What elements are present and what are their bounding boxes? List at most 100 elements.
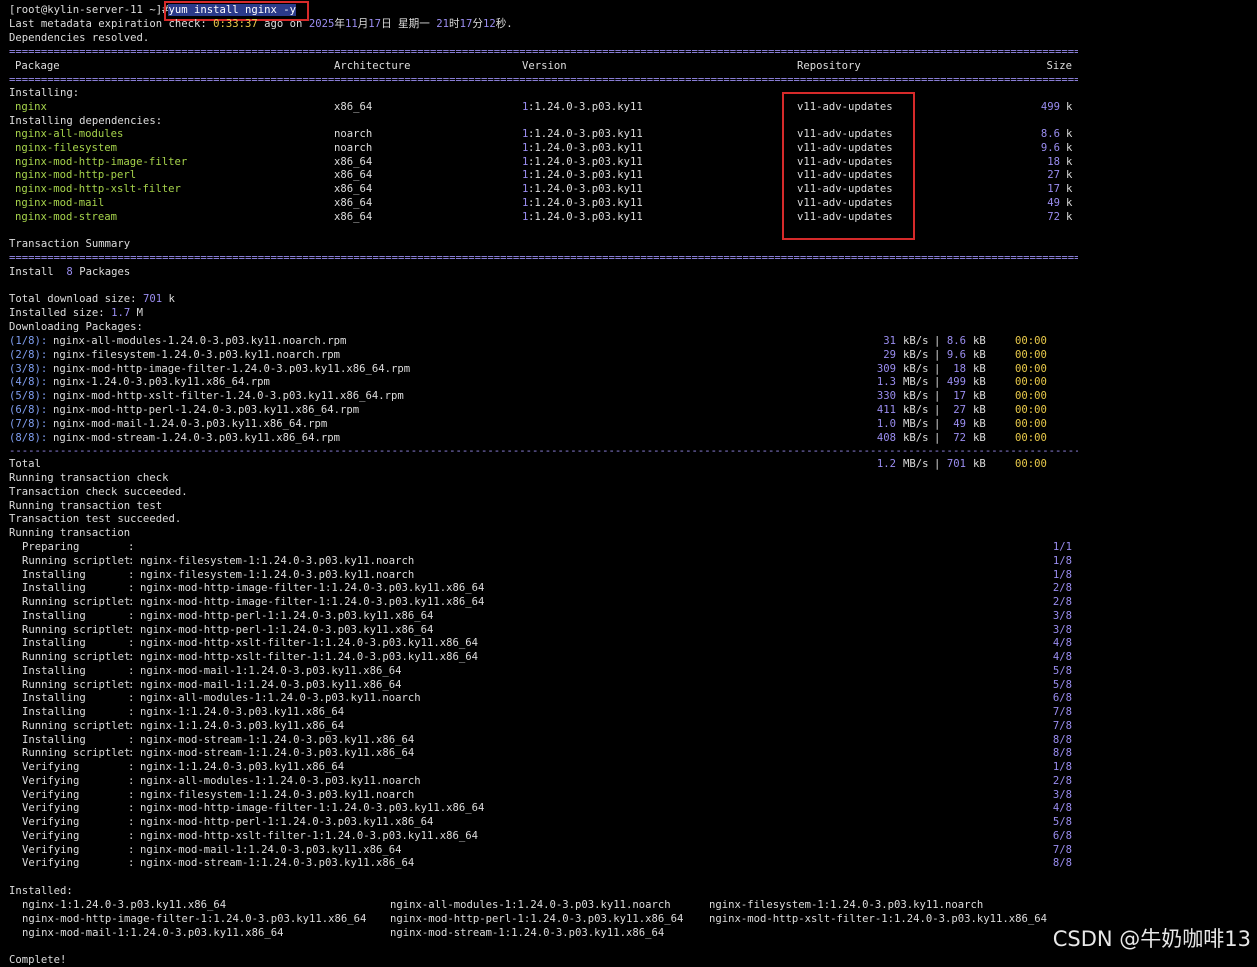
- step-progress: 1/8: [1052, 554, 1072, 567]
- download-size: 8.6: [946, 335, 966, 347]
- package-size-unit: k: [1066, 169, 1073, 182]
- download-speed: 1.0: [876, 417, 896, 430]
- colon: :: [128, 816, 135, 828]
- download-index: (7/8):: [9, 417, 48, 430]
- package-size-unit: k: [1066, 210, 1073, 223]
- colon: :: [128, 692, 135, 705]
- download-speed-unit: MB/s: [903, 376, 929, 389]
- total-time: 00:00: [1015, 458, 1047, 470]
- download-size-unit: kB: [973, 404, 986, 416]
- download-speed-unit: kB/s: [903, 348, 929, 361]
- step-progress: 2/8: [1052, 582, 1072, 595]
- step-progress: 3/8: [1052, 623, 1072, 636]
- step-action: Installing: [22, 568, 86, 581]
- package-size-unit: k: [1066, 183, 1073, 196]
- separator-line: ========================================…: [9, 46, 1078, 58]
- separator-line: ========================================…: [9, 252, 1078, 264]
- installed-package: nginx-all-modules-1:1.24.0-3.p03.ky11.no…: [390, 899, 671, 911]
- package-arch: noarch: [334, 141, 373, 154]
- total-size: 701: [946, 458, 966, 470]
- total-download-line: Total download size: 701 k: [9, 293, 175, 305]
- step-action: Running scriptlet: [22, 719, 131, 732]
- download-speed: 408: [876, 431, 896, 444]
- step-action: Verifying: [22, 843, 80, 856]
- dash-separator: ----------------------------------------…: [9, 445, 1078, 457]
- package-version: :1.24.0-3.p03.ky11: [528, 169, 643, 182]
- download-file: nginx-mod-http-image-filter-1.24.0-3.p03…: [53, 362, 411, 375]
- total-speed: 1.2: [876, 458, 896, 470]
- download-speed: 330: [876, 390, 896, 403]
- total-speed-unit: MB/s: [903, 458, 929, 470]
- header-arch: Architecture: [334, 60, 411, 72]
- step-action: Verifying: [22, 788, 80, 801]
- colon: :: [128, 719, 135, 732]
- download-size: 27: [953, 404, 966, 416]
- step-package: nginx-mod-http-image-filter-1:1.24.0-3.p…: [140, 582, 485, 595]
- step-action: Installing: [22, 706, 86, 718]
- download-speed-unit: kB/s: [903, 390, 929, 403]
- package-version: :1.24.0-3.p03.ky11: [528, 141, 643, 154]
- installing-label: Installing:: [9, 87, 80, 99]
- package-name: nginx-mod-http-perl: [15, 169, 137, 182]
- download-size: 499: [946, 376, 966, 389]
- step-action: Running scriptlet: [22, 554, 131, 567]
- repo-highlight-box: [782, 92, 915, 240]
- package-version: :1.24.0-3.p03.ky11: [528, 197, 643, 209]
- colon: :: [128, 774, 135, 787]
- package-size: 9.6: [1040, 141, 1060, 154]
- step-package: nginx-all-modules-1:1.24.0-3.p03.ky11.no…: [140, 774, 421, 787]
- package-size: 49: [1047, 197, 1060, 209]
- download-size-unit: kB: [973, 376, 986, 389]
- download-time: 00:00: [1015, 348, 1047, 361]
- status-line: Running transaction test: [9, 499, 163, 512]
- step-progress: 6/8: [1052, 692, 1072, 705]
- step-action: Verifying: [22, 774, 80, 787]
- step-action: Installing: [22, 609, 86, 622]
- download-file: nginx-mod-stream-1.24.0-3.p03.ky11.x86_6…: [53, 431, 341, 444]
- download-time: 00:00: [1015, 335, 1047, 347]
- download-size: 17: [953, 390, 966, 403]
- package-arch: x86_64: [334, 183, 373, 196]
- download-speed-unit: kB/s: [903, 404, 929, 416]
- colon: :: [128, 829, 135, 842]
- step-package: nginx-filesystem-1:1.24.0-3.p03.ky11.noa…: [140, 568, 415, 581]
- installed-package: nginx-mod-stream-1:1.24.0-3.p03.ky11.x86…: [390, 926, 665, 939]
- colon: :: [128, 706, 135, 718]
- package-arch: noarch: [334, 128, 373, 140]
- step-progress: 1/8: [1052, 568, 1072, 581]
- download-index: (8/8):: [9, 431, 48, 444]
- installed-package: nginx-mod-http-image-filter-1:1.24.0-3.p…: [22, 912, 367, 925]
- step-package: nginx-1:1.24.0-3.p03.ky11.x86_64: [140, 761, 345, 773]
- package-size-unit: k: [1066, 128, 1073, 140]
- download-file: nginx-mod-http-xslt-filter-1.24.0-3.p03.…: [53, 390, 404, 403]
- step-progress: 1/1: [1052, 541, 1072, 553]
- download-index: (6/8):: [9, 404, 48, 416]
- package-version: :1.24.0-3.p03.ky11: [528, 101, 643, 113]
- prompt: [root@kylin-server-11 ~]#: [9, 4, 169, 16]
- installed-label: Installed:: [9, 885, 73, 897]
- installed-package: nginx-mod-http-perl-1:1.24.0-3.p03.ky11.…: [390, 912, 684, 925]
- package-name: nginx-mod-mail: [15, 197, 105, 209]
- step-progress: 4/8: [1052, 651, 1072, 663]
- header-version: Version: [522, 60, 567, 72]
- download-file: nginx-1.24.0-3.p03.ky11.x86_64.rpm: [53, 376, 270, 389]
- header-package: Package: [15, 60, 60, 72]
- watermark: CSDN @牛奶咖啡13: [1052, 927, 1251, 951]
- step-progress: 1/8: [1052, 761, 1072, 773]
- package-name: nginx-mod-http-image-filter: [15, 155, 188, 168]
- step-action: Verifying: [22, 857, 80, 870]
- package-size: 18: [1047, 155, 1060, 168]
- step-progress: 6/8: [1052, 829, 1072, 842]
- installed-size-line: Installed size: 1.7 M: [9, 307, 143, 319]
- step-action: Running scriptlet: [22, 596, 131, 608]
- step-action: Installing: [22, 664, 86, 677]
- header-repo: Repository: [797, 60, 861, 72]
- step-progress: 5/8: [1052, 816, 1072, 828]
- step-action: Verifying: [22, 802, 80, 815]
- download-size: 18: [953, 362, 966, 375]
- metadata-line: Last metadata expiration check: 0:33:37 …: [9, 18, 513, 30]
- download-file: nginx-mod-http-perl-1.24.0-3.p03.ky11.x8…: [53, 404, 360, 416]
- step-action: Verifying: [22, 816, 80, 828]
- download-index: (3/8):: [9, 362, 48, 375]
- colon: :: [128, 637, 135, 650]
